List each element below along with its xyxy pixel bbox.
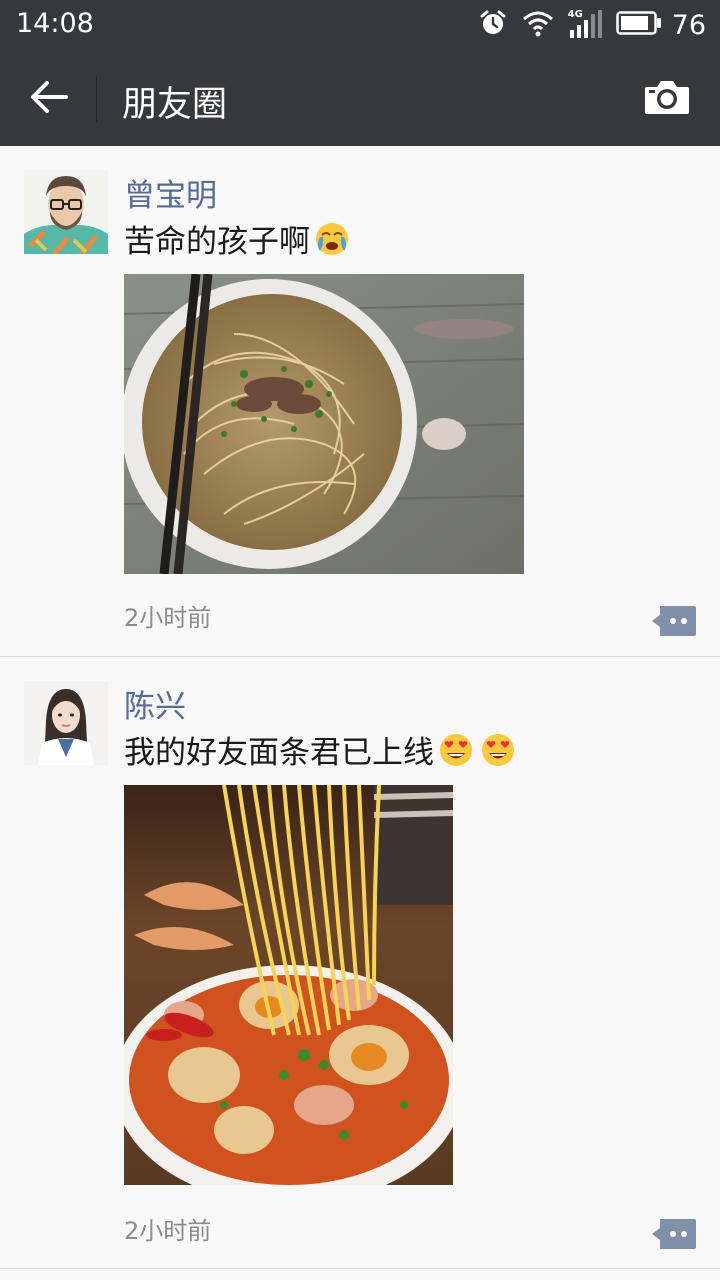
camera-button[interactable] [640,72,694,126]
arrow-left-icon [30,80,68,118]
post-text-content: 苦命的孩子啊 [124,224,310,260]
moments-feed: 曾宝明 苦命的孩子啊 2小时前 陈兴 我的好友面条君已上线 2小时前 [0,146,720,1269]
status-time: 14:08 [16,8,94,39]
moment-post: 陈兴 我的好友面条君已上线 2小时前 [0,657,720,1269]
page-title: 朋友圈 [122,85,228,125]
battery-level: 76 [671,9,706,41]
nav-divider [96,76,97,122]
comment-button[interactable] [650,1219,696,1249]
battery-icon [615,10,662,40]
post-timestamp: 2小时前 [124,1217,212,1245]
status-bar: 14:08 4G 76 [0,0,720,50]
author-name[interactable]: 曾宝明 [124,170,217,215]
beef-noodle-soup-photo[interactable] [124,274,524,574]
post-text: 我的好友面条君已上线 [124,727,516,772]
heart-eyes-emoji [440,733,472,766]
post-text: 苦命的孩子啊 [124,216,350,261]
heart-eyes-emoji-group [438,732,516,768]
moment-post: 曾宝明 苦命的孩子啊 2小时前 [0,146,720,657]
comment-dots-icon [650,606,696,640]
comment-button[interactable] [650,606,696,636]
post-text-content: 我的好友面条君已上线 [124,735,434,771]
signal-icon: 4G [568,9,602,40]
camera-icon [644,78,690,120]
author-name[interactable]: 陈兴 [124,681,186,726]
back-button[interactable] [22,72,76,126]
tom-yum-noodle-photo[interactable] [124,785,453,1185]
wifi-icon [522,9,554,41]
heart-eyes-emoji [482,733,514,766]
avatar[interactable] [24,170,108,254]
status-icons: 4G 76 [478,8,706,42]
nav-bar: 朋友圈 [0,50,720,146]
post-timestamp: 2小时前 [124,604,212,632]
alarm-icon [478,8,508,42]
comment-dots-icon [650,1219,696,1253]
avatar[interactable] [24,681,108,765]
crying-face-emoji [314,221,350,257]
